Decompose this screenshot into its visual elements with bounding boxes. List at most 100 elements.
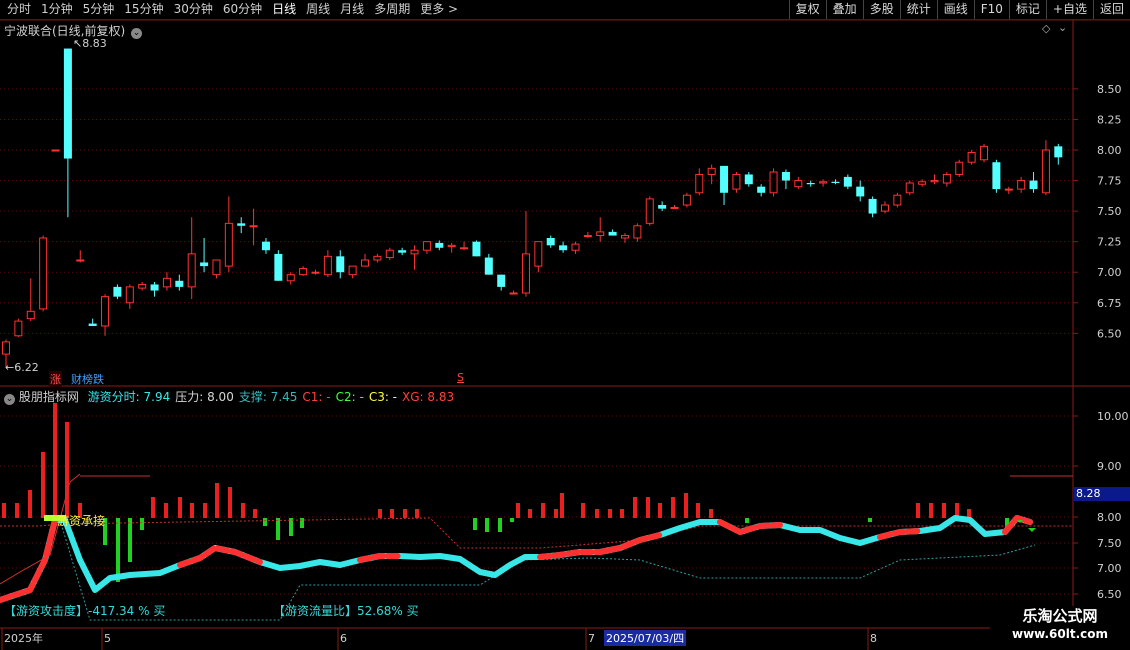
candle-body-down [150,284,159,291]
indicator-red-bar [403,509,407,518]
main-price-axis: 8.50 8.25 8.00 7.75 7.50 7.25 7.00 6.75 6.50 [1073,83,1122,340]
candle-body-up [422,241,431,251]
candlestick-series[interactable] [2,48,1063,368]
candle-body-up [1004,188,1013,191]
inflow-annotation: 游资承接 [57,514,106,528]
limit-up-badge[interactable]: 涨 [49,371,62,387]
current-value-box: 8.28 [1074,487,1130,501]
sell-signal-badge[interactable]: S [457,371,464,384]
indicator-red-bar [581,503,585,518]
indicator-red-bar [190,503,194,518]
indicator-red-bar [709,509,713,518]
date-axis: 2025年 5 6 7 8 [1,628,877,650]
candle-body-up [732,173,741,190]
candle-body-down [1029,180,1038,190]
indicator-name[interactable]: 股朋指标网 [19,390,79,404]
stock-title[interactable]: 宁波联合(日线,前复权) [4,24,125,38]
main-gridlines [0,88,1073,334]
indicator-green-bar [276,518,280,540]
indicator-series [0,403,1073,621]
watermark-title: 乐淘公式网 [1022,607,1098,625]
candle-body-down [113,286,122,297]
inflow-line-red [177,545,263,568]
indicator-red-bar [646,497,650,518]
candle-body-down [1054,146,1063,158]
candle-body-down [781,172,790,181]
candle-body-up [101,296,110,327]
candle-body-up [534,241,543,267]
candle-body-down [88,323,97,326]
indicator-green-bar [116,518,120,582]
candle-body-up [249,225,258,228]
indicator-red-bar [684,493,688,518]
candle-body-up [509,292,518,295]
indicator-value: 游资分时: 7.94 [87,390,171,404]
indicator-red-bar [916,503,920,518]
candle-body-down [757,186,766,193]
indicator-red-bar [633,497,637,518]
candle-body-up [695,173,704,194]
candle-body-up [212,259,221,276]
candle-body-up [583,235,592,238]
indicator-red-bar [15,503,19,518]
finance-list-badge[interactable]: 财榜跌 [71,371,104,387]
price-tick-label: 6.75 [1097,297,1122,310]
candle-body-down [843,176,852,187]
indicator-value: C2: - [335,390,364,404]
diamond-icon[interactable]: ◇ [1042,22,1050,35]
candle-body-up [187,253,196,288]
indicator-red-bar [608,509,612,518]
candle-body-up [26,310,35,320]
candle-body-up [373,255,382,261]
indicator-red-bar [696,503,700,518]
candle-body-down [831,181,840,183]
candle-body-up [162,277,171,288]
candle-body-down [484,257,493,275]
price-tick-label: 7.50 [1097,205,1122,218]
indicator-red-bar [967,509,971,518]
indicator-red-bar [516,503,520,518]
price-tick-label: 7.00 [1097,266,1122,279]
price-tick-label: 8.25 [1097,113,1122,126]
indicator-red-bar [671,497,675,518]
indicator-red-bar [560,493,564,518]
indicator-value: 压力: 8.00 [175,390,234,404]
chevron-down-icon[interactable]: ⌄ [131,28,143,39]
candle-body-up [930,180,939,183]
candle-body-down [546,238,555,246]
inflow-line [0,515,1033,603]
candle-body-up [707,167,716,175]
candle-body-down [472,241,481,257]
candle-body-up [596,231,605,237]
candle-body-up [460,247,469,250]
candle-body-down [744,174,753,185]
indicator-red-bar [241,503,245,518]
candle-body-up [224,222,233,267]
flow-ratio-label: 【游资流量比】52.68% 买 [273,604,419,618]
indicator-green-bar [868,518,872,522]
indicator-red-bar [620,509,624,518]
candle-body-up [942,173,951,184]
indicator-red-bar [203,503,207,518]
indicator-red-bar [378,509,382,518]
candle-body-up [645,198,654,224]
candle-body-up [361,259,370,267]
indicator-red-bar [415,509,419,518]
candle-body-up [348,265,357,276]
candle-body-up [967,151,976,163]
indicator-header: ⌄ 股朋指标网 游资分时: 7.94 压力: 8.00 支撑: 7.45 C1: - C… [4,388,454,405]
candle-body-down [398,250,407,253]
candle-body-up [893,194,902,206]
low-price-value: 6.22 [14,361,39,374]
indicator-red-bar [215,483,219,518]
candle-body-down [336,256,345,273]
candle-body-down [658,205,667,209]
chevron-down-icon[interactable]: ⌄ [4,394,15,405]
inflow-line-red [0,517,58,603]
candle-body-up [571,243,580,251]
chart-canvas[interactable]: 8.50 8.25 8.00 7.75 7.50 7.25 7.00 6.75 6.50 10.… [0,0,1130,650]
price-tick-label: 8.50 [1097,83,1122,96]
settings-chevron-icon[interactable]: ⌄ [1058,21,1067,34]
indicator-tick-label: 7.50 [1097,537,1122,550]
candle-body-up [125,286,134,304]
